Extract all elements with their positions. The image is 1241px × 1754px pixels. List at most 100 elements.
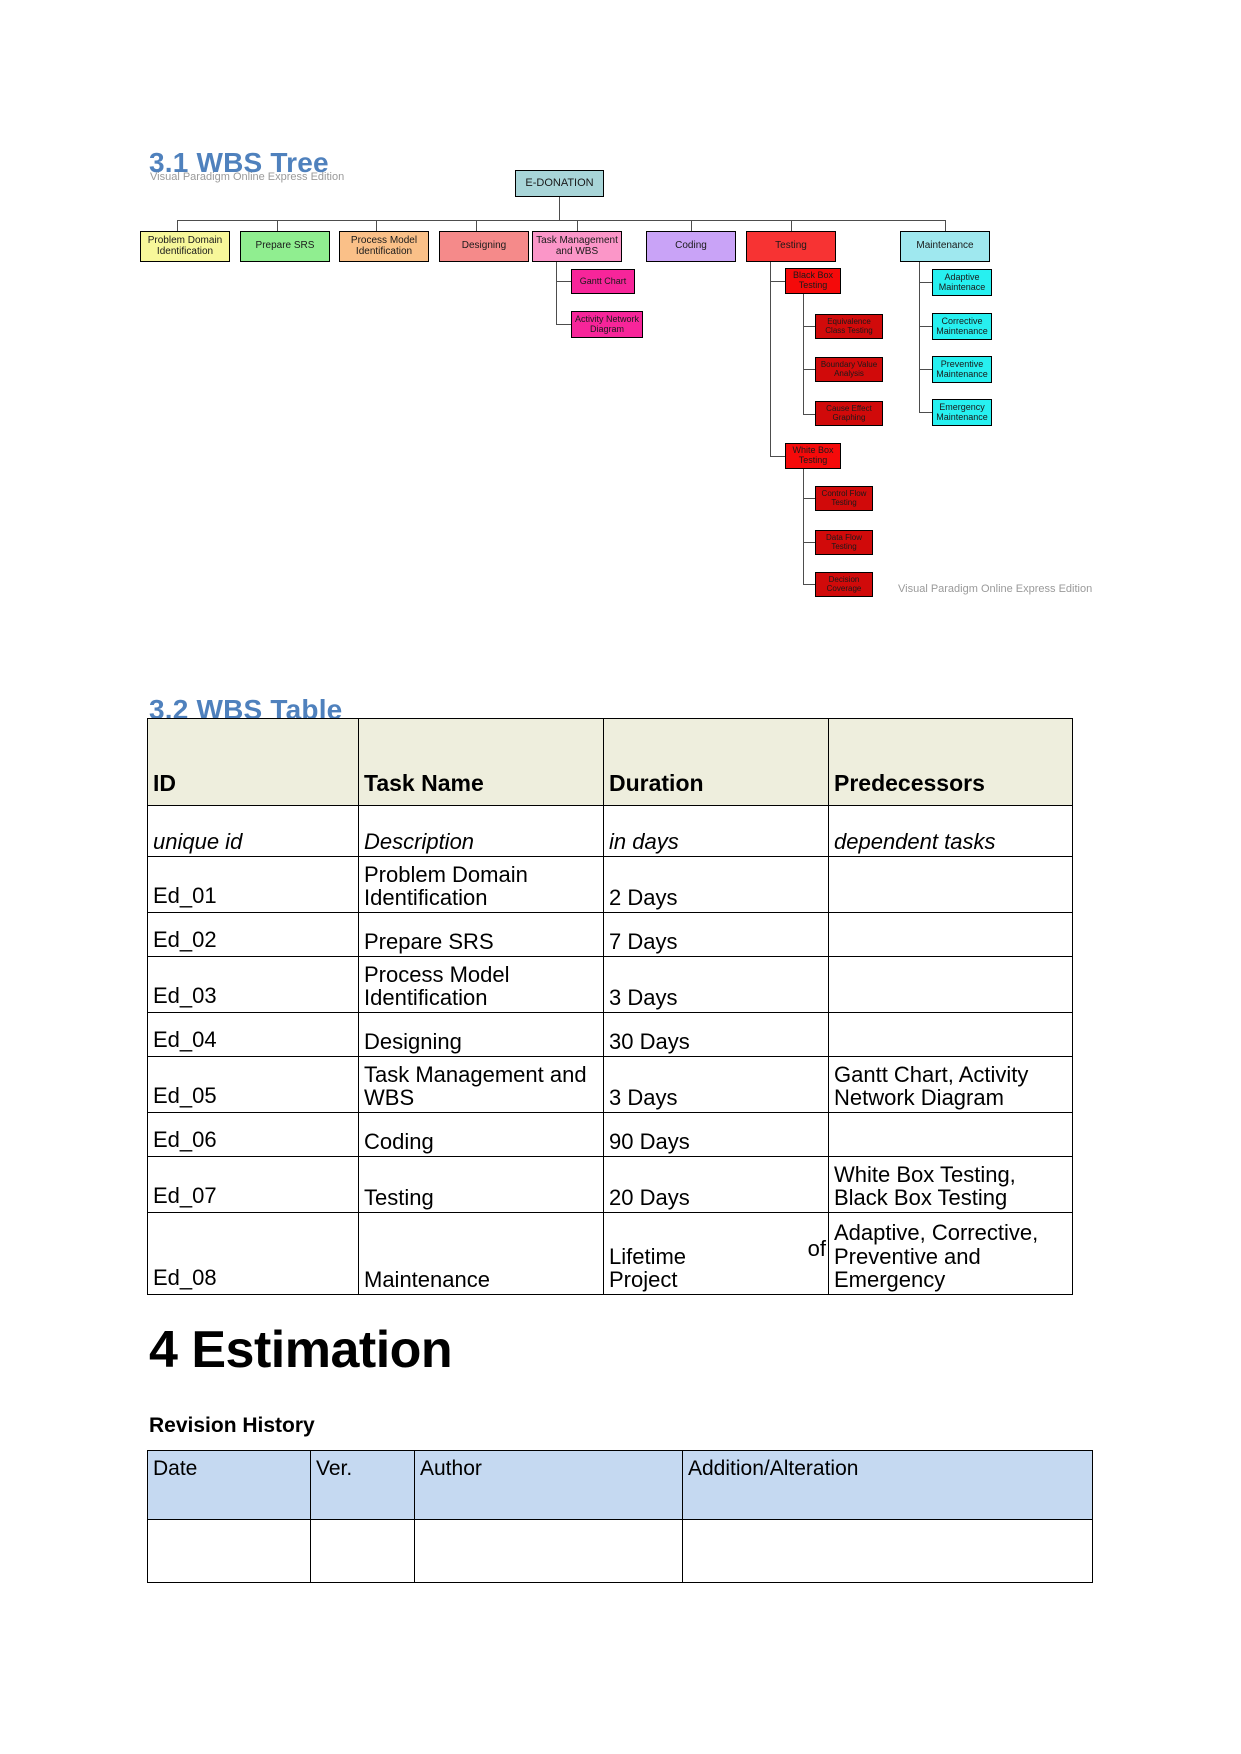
tree-node-label: Equivalence Class Testing — [825, 316, 873, 335]
column-header-task-name: Task Name — [358, 718, 604, 806]
cell-id: Ed_05 — [147, 1056, 359, 1113]
tree-node-label: Cause Effect Graphing — [826, 403, 872, 422]
table-row: Ed_08 Maintenance Lifetime Project of Ad… — [147, 1212, 1073, 1295]
cell-task-name: Problem Domain Identification — [358, 856, 604, 913]
subheader-id: unique id — [147, 805, 359, 857]
tree-node-control-flow-testing[interactable]: Control Flow Testing — [815, 486, 873, 511]
connector-task-child-1 — [556, 281, 571, 282]
connector-drop-8 — [945, 220, 946, 231]
tree-node-designing[interactable]: Designing — [439, 231, 529, 262]
tree-node-label: Decision Coverage — [826, 574, 862, 593]
cell-duration: 2 Days — [603, 856, 829, 913]
connector-testing-spine — [770, 262, 771, 457]
tree-node-corrective-maintenance[interactable]: Corrective Maintenance — [932, 313, 992, 340]
connector-task-spine — [556, 262, 557, 324]
subsection-heading-revision-history: Revision History — [149, 1414, 315, 1437]
connector-whitebox-child-1 — [803, 498, 815, 499]
cell-id: Ed_07 — [147, 1156, 359, 1213]
column-header-id: ID — [147, 718, 359, 806]
tree-node-adaptive-maintenance[interactable]: Adaptive Maintenace — [932, 269, 992, 296]
tree-node-label: Preventive Maintenance — [936, 358, 988, 379]
tree-node-problem-domain-identification[interactable]: Problem Domain Identification — [140, 231, 230, 262]
connector-blackbox-child-2 — [803, 369, 815, 370]
section-heading-estimation: 4 Estimation — [149, 1321, 453, 1379]
connector-whitebox-spine — [803, 469, 804, 584]
table-row: Ed_04 Designing 30 Days — [147, 1012, 1073, 1057]
tree-node-decision-coverage[interactable]: Decision Coverage — [815, 572, 873, 597]
cell-duration: 7 Days — [603, 912, 829, 957]
duration-line-1: Lifetime — [609, 1243, 687, 1269]
table-header-row: Date Ver. Author Addition/Alteration — [147, 1450, 1093, 1520]
cell-duration: Lifetime Project of — [603, 1212, 829, 1295]
tree-node-root[interactable]: E-DONATION — [515, 170, 604, 197]
duration-of-word: of — [807, 1236, 826, 1261]
cell-author[interactable] — [414, 1519, 683, 1583]
cell-id: Ed_06 — [147, 1112, 359, 1157]
watermark-top: Visual Paradigm Online Express Edition — [150, 171, 345, 183]
cell-duration: 30 Days — [603, 1012, 829, 1057]
table-row — [147, 1519, 1093, 1583]
connector-blackbox-child-1 — [803, 326, 815, 327]
connector-testing-child-whitebox — [770, 456, 785, 457]
tree-node-activity-network-diagram[interactable]: Activity Network Diagram — [571, 311, 643, 338]
column-header-addition-alteration: Addition/Alteration — [682, 1450, 1093, 1520]
cell-predecessors — [828, 856, 1073, 913]
tree-node-process-model-identification[interactable]: Process Model Identification — [339, 231, 429, 262]
connector-blackbox-spine — [803, 294, 804, 414]
tree-node-coding[interactable]: Coding — [646, 231, 736, 262]
cell-ver[interactable] — [310, 1519, 415, 1583]
document-page: 3.1 WBS Tree Visual Paradigm Online Expr… — [0, 0, 1241, 1754]
connector-maintenance-child-3 — [919, 369, 932, 370]
connector-level1-bus — [177, 220, 945, 221]
cell-id: Ed_01 — [147, 856, 359, 913]
tree-node-label: Gantt Chart — [579, 275, 627, 286]
cell-id: Ed_08 — [147, 1212, 359, 1295]
connector-drop-5 — [577, 220, 578, 231]
watermark-bottom: Visual Paradigm Online Express Edition — [898, 583, 1093, 595]
tree-node-label: Process Model Identification — [350, 234, 418, 257]
tree-node-prepare-srs[interactable]: Prepare SRS — [240, 231, 330, 262]
subheader-task-name: Description — [358, 805, 604, 857]
table-row: Ed_01 Problem Domain Identification 2 Da… — [147, 856, 1073, 913]
cell-change[interactable] — [682, 1519, 1093, 1583]
cell-predecessors — [828, 1012, 1073, 1057]
tree-node-label: Boundary Value Analysis — [820, 359, 878, 378]
tree-node-label: E-DONATION — [525, 176, 594, 189]
cell-date[interactable] — [147, 1519, 311, 1583]
tree-node-white-box-testing[interactable]: White Box Testing — [785, 443, 841, 469]
cell-predecessors — [828, 1112, 1073, 1157]
tree-node-boundary-value-analysis[interactable]: Boundary Value Analysis — [815, 357, 883, 382]
cell-id: Ed_02 — [147, 912, 359, 957]
tree-node-equivalence-class-testing[interactable]: Equivalence Class Testing — [815, 314, 883, 339]
column-header-duration: Duration — [603, 718, 829, 806]
table-row: Ed_05 Task Management and WBS 3 Days Gan… — [147, 1056, 1073, 1113]
tree-node-testing[interactable]: Testing — [746, 231, 836, 262]
tree-node-label: Testing — [775, 240, 807, 252]
cell-task-name: Coding — [358, 1112, 604, 1157]
tree-node-label: Control Flow Testing — [821, 488, 867, 507]
tree-node-label: Task Management and WBS — [536, 234, 618, 257]
connector-testing-child-blackbox — [770, 281, 785, 282]
tree-node-gantt-chart[interactable]: Gantt Chart — [571, 269, 635, 294]
tree-node-task-management-and-wbs[interactable]: Task Management and WBS — [532, 231, 622, 262]
connector-drop-2 — [277, 220, 278, 231]
column-header-date: Date — [147, 1450, 311, 1520]
tree-node-preventive-maintenance[interactable]: Preventive Maintenance — [932, 356, 992, 383]
table-row: Ed_06 Coding 90 Days — [147, 1112, 1073, 1157]
cell-predecessors: White Box Testing, Black Box Testing — [828, 1156, 1073, 1213]
tree-node-cause-effect-graphing[interactable]: Cause Effect Graphing — [815, 401, 883, 426]
tree-node-maintenance[interactable]: Maintenance — [900, 231, 990, 262]
tree-node-emergency-maintenance[interactable]: Emergency Maintenance — [932, 399, 992, 426]
tree-node-black-box-testing[interactable]: Black Box Testing — [785, 268, 841, 294]
connector-drop-4 — [476, 220, 477, 231]
tree-node-data-flow-testing[interactable]: Data Flow Testing — [815, 530, 873, 555]
table-header-row: ID Task Name Duration Predecessors — [147, 718, 1073, 806]
table-row: Ed_02 Prepare SRS 7 Days — [147, 912, 1073, 957]
cell-task-name: Prepare SRS — [358, 912, 604, 957]
tree-node-label: White Box Testing — [792, 445, 834, 465]
cell-duration: 20 Days — [603, 1156, 829, 1213]
tree-node-label: Adaptive Maintenace — [938, 271, 986, 292]
cell-task-name: Testing — [358, 1156, 604, 1213]
table-row: Ed_03 Process Model Identification 3 Day… — [147, 956, 1073, 1013]
connector-drop-1 — [177, 220, 178, 231]
